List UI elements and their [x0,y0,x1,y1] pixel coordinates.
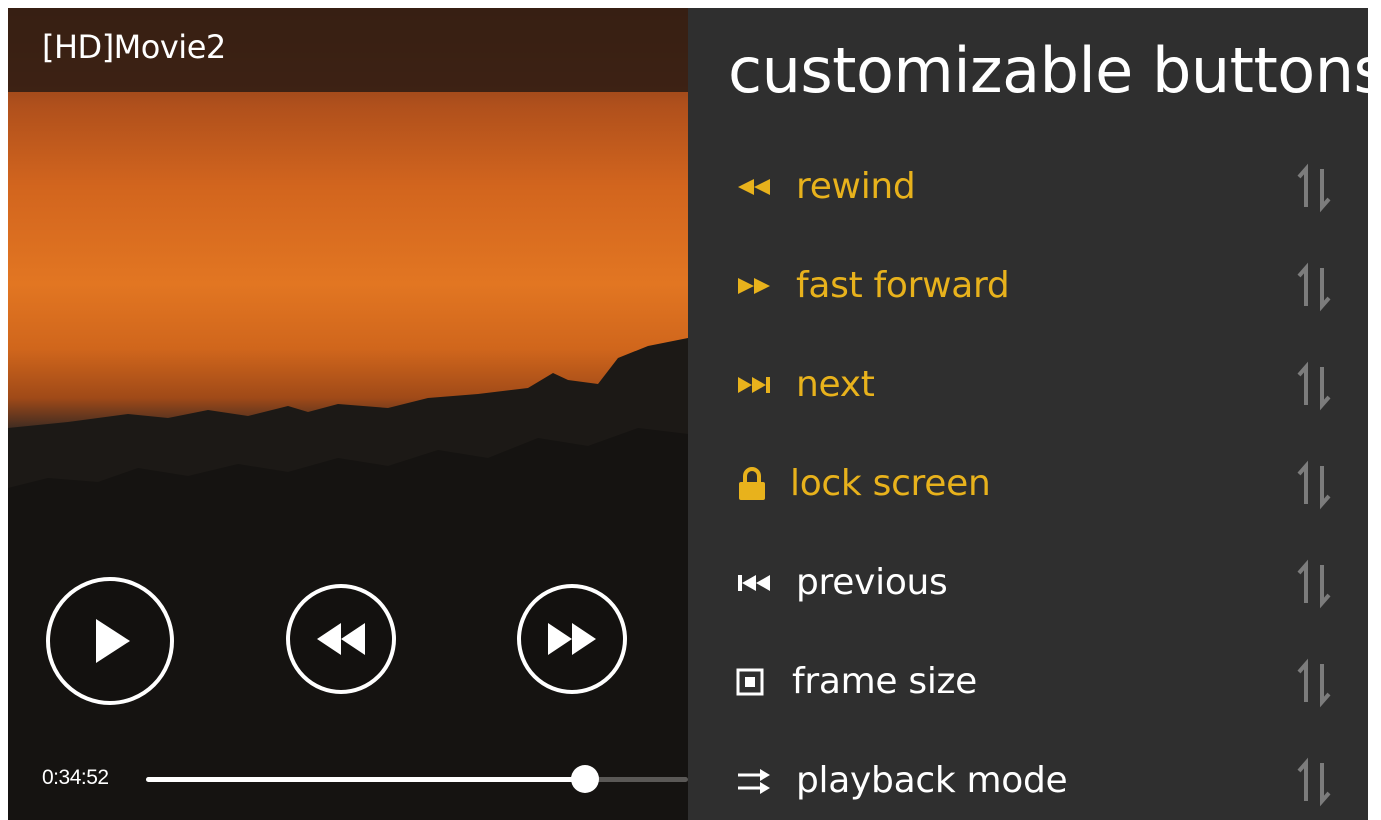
seek-bar-progress [146,777,586,782]
lock-icon [736,464,776,504]
list-item-label: next [796,364,875,405]
play-button[interactable] [46,577,174,705]
movie-title: [HD]Movie2 [42,28,226,66]
list-item-label: playback mode [796,760,1068,801]
video-pane[interactable]: [HD]Movie2 0:34:52 [8,8,688,820]
frame-size-icon [736,662,776,702]
customize-panel: customizable buttons rewind fast forward… [688,8,1368,820]
rewind-button[interactable] [286,584,396,694]
playback-mode-icon [736,761,776,801]
list-item-label: frame size [792,661,977,702]
app-frame: [HD]Movie2 0:34:52 customizable buttons … [8,8,1368,820]
list-item-label: rewind [796,166,916,207]
list-item-frame-size[interactable]: frame size [688,638,1368,738]
list-item-lock-screen[interactable]: lock screen [688,440,1368,540]
rewind-icon [736,167,776,207]
reorder-icon[interactable] [1292,163,1336,213]
list-item-rewind[interactable]: rewind [688,143,1368,243]
previous-icon [736,563,776,603]
fast-forward-icon [736,266,776,306]
reorder-icon[interactable] [1292,757,1336,807]
title-bar: [HD]Movie2 [8,8,688,92]
list-item-playback-mode[interactable]: playback mode [688,737,1368,820]
panel-title: customizable buttons [728,34,1368,107]
list-item-label: previous [796,562,948,603]
list-item-next[interactable]: next [688,341,1368,441]
current-time: 0:34:52 [42,766,109,789]
reorder-icon[interactable] [1292,460,1336,510]
reorder-icon[interactable] [1292,262,1336,312]
fast-forward-button[interactable] [517,584,627,694]
next-icon [736,365,776,405]
seek-bar-handle[interactable] [571,765,600,793]
reorder-icon[interactable] [1292,559,1336,609]
rewind-icon [317,623,365,655]
reorder-icon[interactable] [1292,361,1336,411]
play-icon [96,619,130,663]
list-item-label: lock screen [790,463,991,504]
fast-forward-icon [548,623,596,655]
list-item-fast-forward[interactable]: fast forward [688,242,1368,342]
reorder-icon[interactable] [1292,658,1336,708]
seek-bar[interactable] [146,765,688,793]
list-item-label: fast forward [796,265,1010,306]
list-item-previous[interactable]: previous [688,539,1368,639]
city-skyline-silhouette [8,338,688,820]
